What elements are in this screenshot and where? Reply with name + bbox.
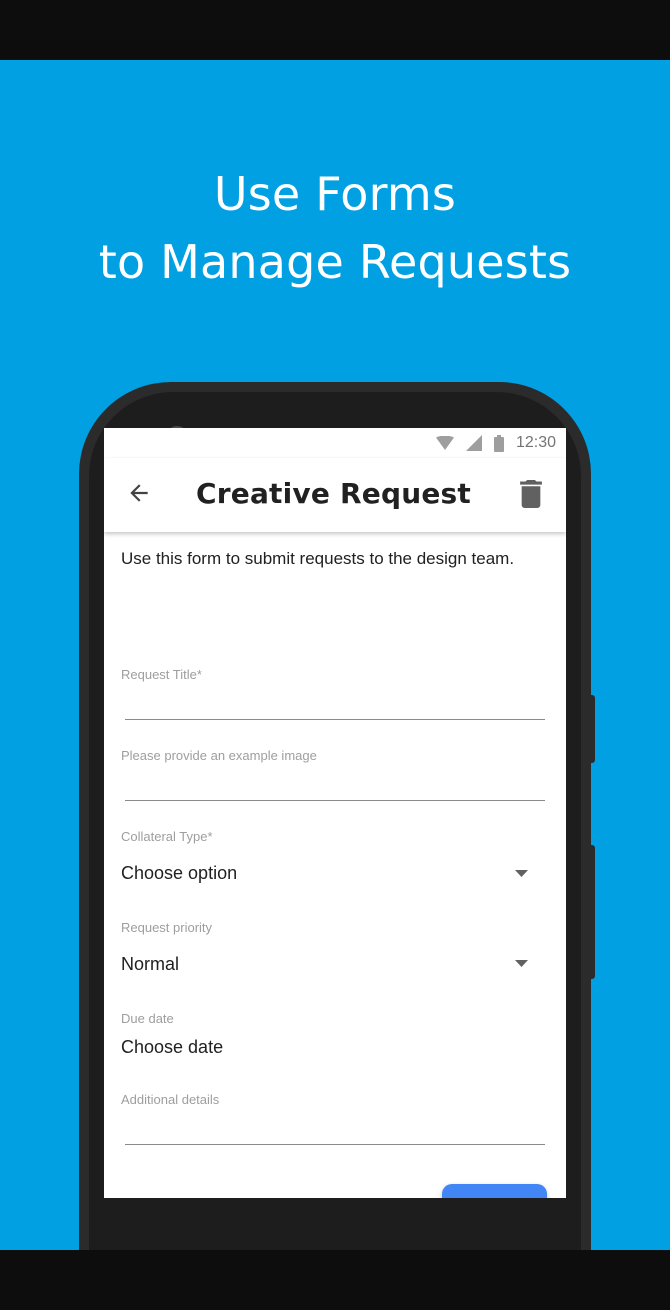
status-time: 12:30 — [515, 434, 556, 451]
page-title: Creative Request — [196, 477, 471, 510]
promo-headline-line-1: Use Forms — [213, 167, 457, 221]
due-date-picker[interactable]: Choose date — [121, 1029, 541, 1065]
top-letterbox-bar — [0, 0, 670, 60]
request-title-label: Request Title* — [121, 667, 202, 682]
battery-icon — [493, 434, 504, 452]
example-image-underline — [125, 800, 545, 801]
phone-side-button-volume — [587, 845, 595, 979]
wifi-icon — [435, 436, 454, 450]
request-priority-label: Request priority — [121, 920, 213, 935]
status-bar: 12:30 — [104, 428, 566, 458]
additional-details-input[interactable] — [125, 1111, 545, 1143]
phone-side-button-power — [587, 695, 595, 763]
additional-details-underline — [125, 1144, 545, 1145]
collateral-type-select[interactable]: Choose option — [121, 856, 541, 892]
chevron-down-icon[interactable] — [515, 870, 528, 878]
request-priority-value: Normal — [121, 954, 180, 974]
due-date-value: Choose date — [121, 1037, 224, 1057]
collateral-type-label: Collateral Type* — [121, 829, 213, 844]
additional-details-label: Additional details — [121, 1092, 220, 1107]
example-image-input[interactable] — [125, 767, 545, 799]
submit-button[interactable]: Submit — [442, 1184, 547, 1198]
request-priority-select[interactable]: Normal — [121, 947, 541, 983]
request-title-underline — [125, 719, 545, 720]
example-image-label: Please provide an example image — [121, 748, 317, 763]
cellular-signal-icon — [465, 435, 482, 451]
due-date-label: Due date — [121, 1011, 174, 1026]
app-bar: Creative Request — [104, 458, 566, 532]
request-title-input[interactable] — [125, 686, 545, 718]
chevron-down-icon[interactable] — [515, 960, 528, 968]
collateral-type-value: Choose option — [121, 863, 238, 883]
phone-top-notch — [462, 392, 476, 402]
status-icons: 12:30 — [435, 432, 556, 454]
trash-icon[interactable] — [519, 480, 543, 508]
phone-screen: 12:30 Creative Request Use this form to … — [104, 428, 566, 1198]
promo-headline-line-2: to Manage Requests — [98, 235, 572, 289]
promo-headline: Use Forms to Manage Requests — [0, 160, 670, 296]
form-description: Use this form to submit requests to the … — [121, 549, 515, 568]
arrow-back-icon[interactable] — [126, 480, 152, 506]
bottom-letterbox-bar — [0, 1250, 670, 1310]
